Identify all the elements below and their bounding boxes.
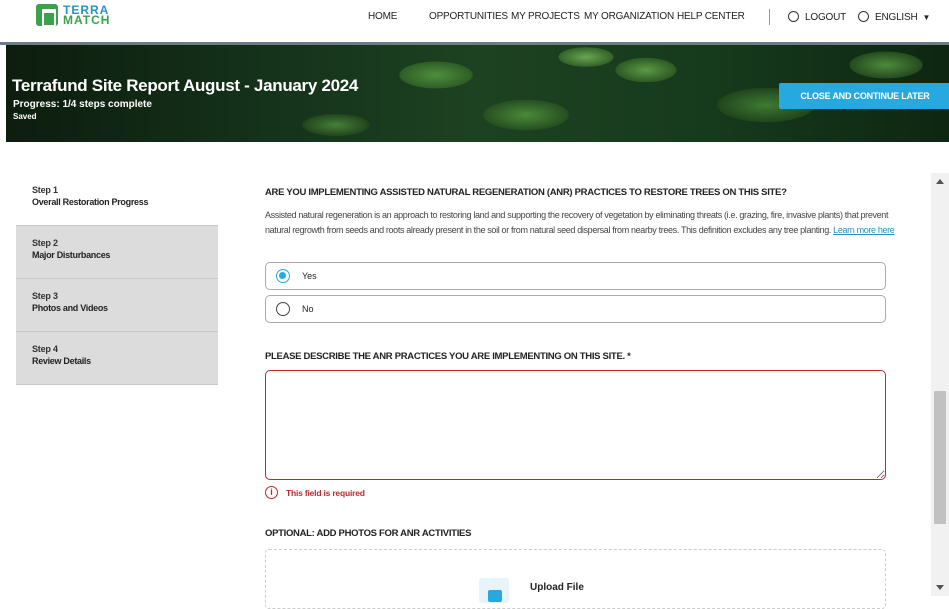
globe-icon [858,11,869,22]
anr-question-label: ARE YOU IMPLEMENTING ASSISTED NATURAL RE… [265,187,787,198]
step-title: Photos and Videos [32,303,108,313]
save-status: Saved [13,112,37,121]
form-panel: ARE YOU IMPLEMENTING ASSISTED NATURAL RE… [218,173,931,609]
step-sidebar: Step 1 Overall Restoration Progress Step… [16,173,218,385]
field-error: i This field is required [265,486,365,499]
step-item-3[interactable]: Step 3 Photos and Videos [16,279,218,332]
file-upload-dropzone[interactable]: Upload File [265,549,886,609]
anr-question-description: Assisted natural regeneration is an appr… [265,208,895,238]
nav-divider [769,9,770,25]
logout-icon [788,11,799,22]
step-item-2[interactable]: Step 2 Major Disturbances [16,226,218,279]
anr-practices-textarea[interactable] [265,370,886,480]
top-nav: TERRA MATCH HOME OPPORTUNITIES MY PROJEC… [0,0,949,45]
nav-opportunities[interactable]: OPPORTUNITIES [429,11,508,22]
radio-label: Yes [302,271,317,281]
step-item-1[interactable]: Step 1 Overall Restoration Progress [16,173,218,226]
step-number: Step 3 [32,291,58,301]
radio-label: No [302,304,314,314]
nav-logout[interactable]: LOGOUT [788,11,846,23]
error-icon: i [265,486,278,499]
anr-practices-question-label: PLEASE DESCRIBE THE ANR PRACTICES YOU AR… [265,351,631,362]
page-scrollbar[interactable] [931,173,949,596]
language-selector[interactable]: ENGLISH ▼ [858,11,930,23]
upload-file-label: Upload File [530,582,584,593]
nav-help-center[interactable]: HELP CENTER [677,11,745,22]
anr-description-text: Assisted natural regeneration is an appr… [265,210,889,235]
step-title: Major Disturbances [32,250,111,260]
logo-icon [36,4,58,27]
close-and-continue-later-button[interactable]: CLOSE AND CONTINUE LATER [779,83,949,109]
radio-option-no[interactable]: No [265,295,886,323]
radio-option-yes[interactable]: Yes [265,262,886,290]
scrollbar-thumb[interactable] [934,391,946,524]
nav-my-organization[interactable]: MY ORGANIZATION [584,11,674,22]
radio-unselected-icon [276,302,290,316]
step-item-4[interactable]: Step 4 Review Details [16,332,218,385]
progress-text: Progress: 1/4 steps complete [13,99,152,110]
step-number: Step 2 [32,238,58,248]
language-label: ENGLISH [875,12,918,23]
step-number: Step 4 [32,344,58,354]
nav-logout-label: LOGOUT [805,12,847,23]
caret-down-icon: ▼ [922,13,931,22]
error-message: This field is required [286,487,365,498]
step-title: Overall Restoration Progress [32,197,149,207]
report-header-banner: Terrafund Site Report August - January 2… [6,45,949,142]
page-title: Terrafund Site Report August - January 2… [12,76,359,95]
step-number: Step 1 [32,185,58,195]
scroll-down-arrow-icon[interactable] [936,585,944,590]
upload-icon [479,578,509,603]
step-title: Review Details [32,356,91,366]
logo-text-line2: MATCH [63,13,111,27]
anr-photos-question-label: OPTIONAL: ADD PHOTOS FOR ANR ACTIVITIES [265,528,472,539]
nav-my-projects[interactable]: MY PROJECTS [511,11,580,22]
scroll-up-arrow-icon[interactable] [936,179,944,184]
terramatch-logo[interactable]: TERRA MATCH [36,4,111,27]
learn-more-link[interactable]: Learn more here [833,225,895,235]
nav-home[interactable]: HOME [368,11,397,22]
radio-selected-icon [276,269,290,283]
